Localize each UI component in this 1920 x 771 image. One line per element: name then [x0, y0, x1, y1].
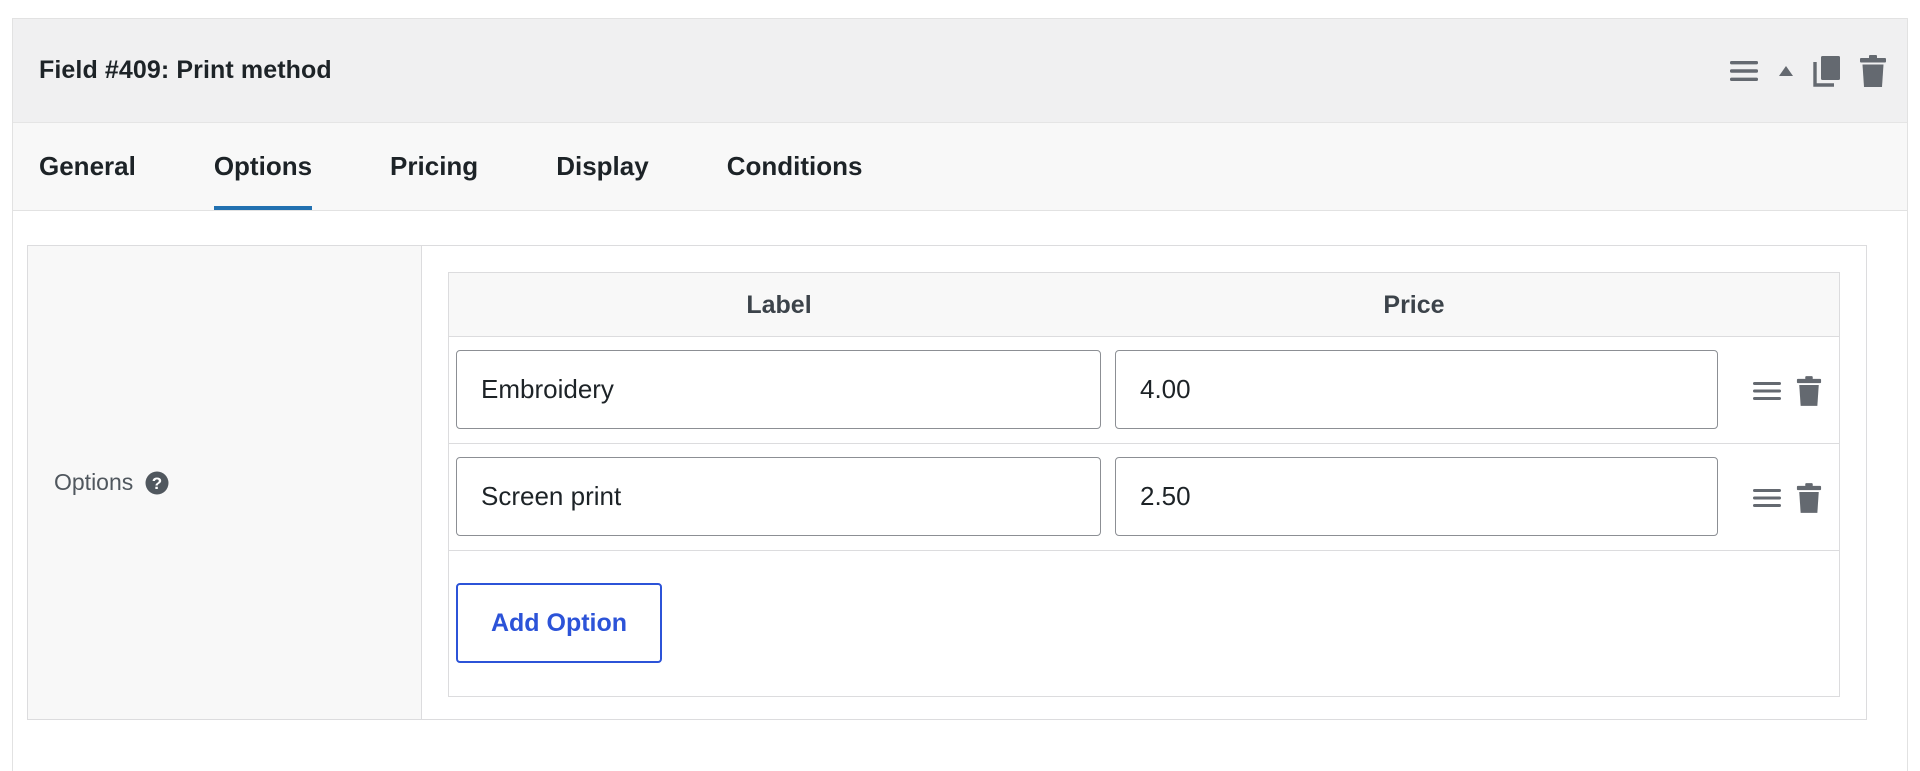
options-label-text: Options — [54, 469, 134, 495]
question-icon[interactable]: ? — [145, 471, 169, 495]
options-setting-row: Options ? Label Price Embroidery 4.00 Sc… — [27, 245, 1867, 720]
option-row-actions — [1752, 444, 1822, 551]
option-price-input[interactable] — [1115, 457, 1718, 536]
add-option-area: Add Option — [449, 551, 1839, 696]
svg-text:?: ? — [152, 474, 162, 493]
tab-pricing[interactable]: Pricing — [390, 123, 478, 210]
trash-icon[interactable] — [1859, 54, 1887, 88]
field-header[interactable]: Field #409: Print method — [13, 19, 1907, 123]
tab-conditions[interactable]: Conditions — [727, 123, 863, 210]
menu-icon[interactable] — [1729, 59, 1759, 83]
option-label-input[interactable] — [456, 457, 1101, 536]
tab-bar: General Options Pricing Display Conditio… — [13, 123, 1907, 211]
drag-handle-icon[interactable] — [1752, 487, 1782, 509]
option-label-input[interactable] — [456, 350, 1101, 429]
column-header-label: Label — [746, 290, 812, 319]
add-option-button[interactable]: Add Option — [456, 583, 662, 663]
option-row-actions — [1752, 337, 1822, 444]
option-row — [449, 444, 1839, 551]
column-header-price: Price — [1383, 290, 1445, 319]
delete-option-icon[interactable] — [1796, 482, 1822, 514]
options-setting-body: Label Price Embroidery 4.00 Screen print… — [422, 246, 1866, 719]
options-table: Label Price Embroidery 4.00 Screen print… — [448, 272, 1840, 697]
tab-general[interactable]: General — [39, 123, 136, 210]
option-price-input[interactable] — [1115, 350, 1718, 429]
arrow-up-icon[interactable] — [1777, 64, 1795, 78]
option-row — [449, 337, 1839, 444]
tab-options[interactable]: Options — [213, 123, 313, 210]
drag-handle-icon[interactable] — [1752, 380, 1782, 402]
options-setting-label: Options ? — [28, 246, 422, 719]
copy-icon[interactable] — [1813, 55, 1841, 87]
options-table-header: Label Price — [449, 273, 1839, 337]
delete-option-icon[interactable] — [1796, 375, 1822, 407]
header-actions — [1729, 54, 1887, 88]
tab-display[interactable]: Display — [556, 123, 649, 210]
field-title: Field #409: Print method — [39, 56, 332, 84]
